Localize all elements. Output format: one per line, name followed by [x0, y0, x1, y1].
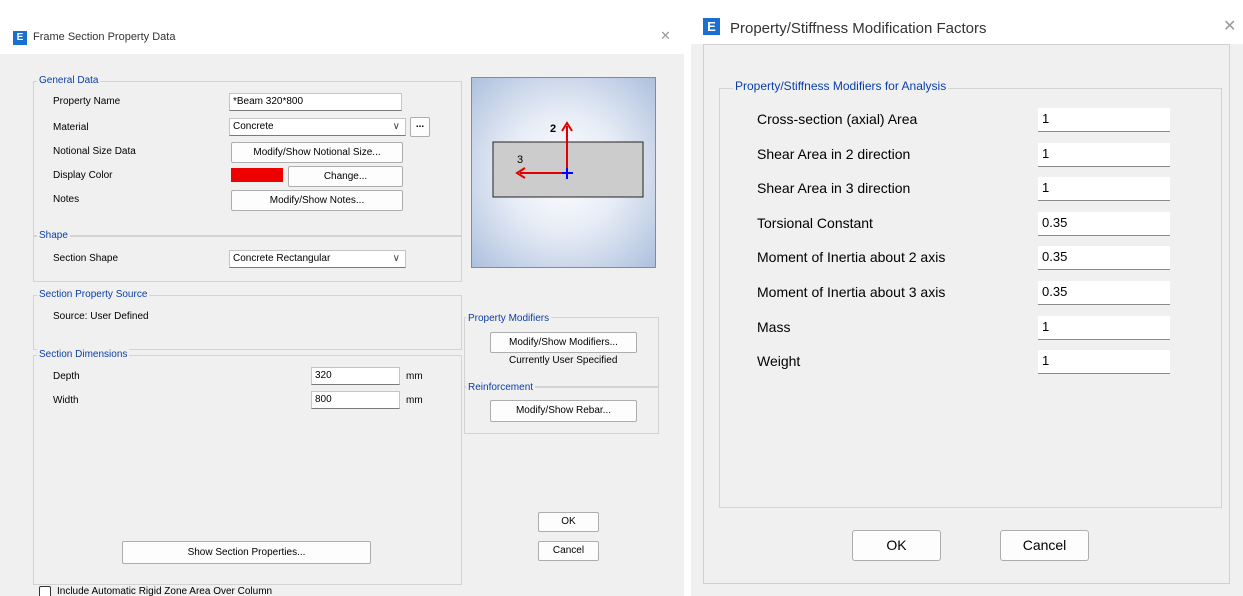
- display-color-swatch: [231, 168, 283, 182]
- close-icon[interactable]: ✕: [1223, 16, 1236, 35]
- ok-button[interactable]: OK: [538, 512, 599, 532]
- material-select[interactable]: Concrete ∨: [229, 118, 406, 136]
- modifier-value-input[interactable]: 1: [1038, 177, 1170, 201]
- cancel-button[interactable]: Cancel: [1000, 530, 1089, 561]
- modifier-value-input[interactable]: 1: [1038, 316, 1170, 340]
- modifier-value-input[interactable]: 1: [1038, 350, 1170, 374]
- title-bar: E Property/Stiffness Modification Factor…: [691, 0, 1243, 44]
- general-data-label: General Data: [37, 75, 101, 86]
- property-name-label: Property Name: [53, 96, 121, 107]
- title-bar: E Frame Section Property Data ✕: [0, 14, 684, 54]
- section-shape-label: Section Shape: [53, 253, 119, 264]
- close-icon[interactable]: ✕: [660, 29, 671, 44]
- modifier-value-input[interactable]: 1: [1038, 108, 1170, 132]
- depth-input[interactable]: 320: [311, 367, 400, 385]
- modifier-value-input[interactable]: 0.35: [1038, 212, 1170, 236]
- modifiers-group-label: Property/Stiffness Modifiers for Analysi…: [733, 79, 949, 93]
- rigid-zone-checkbox-label: Include Automatic Rigid Zone Area Over C…: [57, 586, 273, 596]
- modifier-label: Mass: [757, 319, 791, 335]
- section-drawing: [492, 121, 644, 198]
- modify-modifiers-button[interactable]: Modify/Show Modifiers...: [490, 332, 637, 353]
- display-color-label: Display Color: [53, 170, 113, 181]
- modifier-value-input[interactable]: 0.35: [1038, 281, 1170, 305]
- window-title: Frame Section Property Data: [33, 31, 176, 43]
- shape-label: Shape: [37, 230, 70, 241]
- material-more-button[interactable]: ...: [410, 117, 430, 137]
- section-property-source-group: [33, 295, 462, 350]
- frame-section-dialog: E Frame Section Property Data ✕ General …: [0, 14, 684, 596]
- modifiers-status: Currently User Specified: [509, 355, 618, 366]
- width-label: Width: [53, 395, 79, 406]
- modification-factors-dialog: E Property/Stiffness Modification Factor…: [691, 0, 1243, 596]
- notes-button[interactable]: Modify/Show Notes...: [231, 190, 403, 211]
- axis-2-label: 2: [550, 123, 557, 135]
- modifier-label: Shear Area in 2 direction: [757, 146, 911, 162]
- modifier-label: Moment of Inertia about 2 axis: [757, 249, 946, 265]
- notional-size-label: Notional Size Data: [53, 146, 136, 157]
- show-section-properties-button[interactable]: Show Section Properties...: [122, 541, 371, 564]
- window-title: Property/Stiffness Modification Factors: [730, 20, 987, 37]
- app-icon: E: [703, 18, 720, 35]
- notes-label: Notes: [53, 194, 80, 205]
- modifier-value-input[interactable]: 0.35: [1038, 246, 1170, 270]
- modifier-label: Weight: [757, 353, 801, 369]
- modify-rebar-button[interactable]: Modify/Show Rebar...: [490, 400, 637, 422]
- ok-button[interactable]: OK: [852, 530, 941, 561]
- section-dimensions-label: Section Dimensions: [37, 349, 130, 360]
- source-text: Source: User Defined: [53, 311, 149, 322]
- depth-label: Depth: [53, 371, 80, 382]
- width-unit: mm: [406, 395, 423, 406]
- modifier-label: Torsional Constant: [757, 215, 873, 231]
- width-input[interactable]: 800: [311, 391, 400, 409]
- chevron-down-icon: ∨: [392, 253, 400, 264]
- modifier-value-input[interactable]: 1: [1038, 143, 1170, 167]
- modifier-label: Shear Area in 3 direction: [757, 180, 911, 196]
- modifier-label: Moment of Inertia about 3 axis: [757, 284, 946, 300]
- section-preview: 2 3: [471, 77, 656, 268]
- modifier-label: Cross-section (axial) Area: [757, 111, 918, 127]
- chevron-down-icon: ∨: [392, 121, 400, 132]
- property-modifiers-label: Property Modifiers: [466, 313, 552, 324]
- material-label: Material: [53, 122, 89, 133]
- app-icon: E: [13, 31, 27, 45]
- property-name-input[interactable]: *Beam 320*800: [229, 93, 402, 111]
- section-property-source-label: Section Property Source: [37, 289, 150, 300]
- change-color-button[interactable]: Change...: [288, 166, 403, 187]
- material-value: Concrete: [233, 121, 274, 132]
- reinforcement-label: Reinforcement: [466, 382, 536, 393]
- rigid-zone-checkbox[interactable]: [39, 586, 51, 596]
- axis-3-label: 3: [517, 154, 524, 166]
- section-shape-value: Concrete Rectangular: [233, 253, 331, 264]
- section-shape-select[interactable]: Concrete Rectangular ∨: [229, 250, 406, 268]
- cancel-button[interactable]: Cancel: [538, 541, 599, 561]
- depth-unit: mm: [406, 371, 423, 382]
- notional-size-button[interactable]: Modify/Show Notional Size...: [231, 142, 403, 163]
